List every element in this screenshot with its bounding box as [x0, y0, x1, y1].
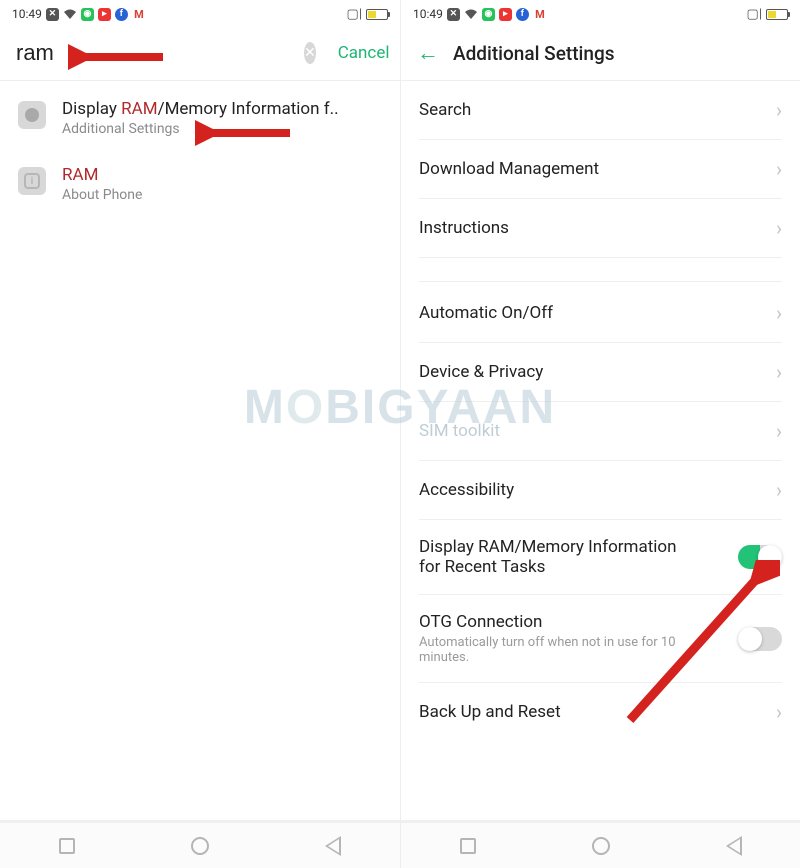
- setting-label: Accessibility: [419, 480, 514, 500]
- gmail-icon: M: [132, 7, 146, 21]
- status-time: 10:49: [413, 7, 443, 21]
- setting-download[interactable]: Download Management ›: [419, 140, 782, 199]
- setting-device-privacy[interactable]: Device & Privacy ›: [419, 343, 782, 402]
- chevron-right-icon: ›: [776, 419, 782, 443]
- cancel-button[interactable]: Cancel: [338, 43, 390, 63]
- setting-auto-onoff[interactable]: Automatic On/Off ›: [419, 284, 782, 343]
- vibrate-icon: ▢|: [347, 7, 362, 22]
- nav-home-icon[interactable]: [189, 835, 211, 857]
- youtube-icon: ▸: [98, 8, 111, 21]
- setting-sim-toolkit[interactable]: SIM toolkit ›: [419, 402, 782, 461]
- app-icon-1: ✕: [46, 8, 59, 21]
- search-header: ✕ Cancel: [0, 28, 400, 81]
- setting-label: Search: [419, 100, 471, 120]
- result-row[interactable]: i RAM About Phone: [0, 151, 400, 217]
- chevron-right-icon: ›: [776, 301, 782, 325]
- search-input[interactable]: [16, 40, 304, 66]
- setting-label: Automatic On/Off: [419, 303, 553, 323]
- page-title: Additional Settings: [453, 42, 615, 65]
- settings-pane: 10:49 ✕ ◉ ▸ f M ▢| ← Additional Settings…: [400, 0, 800, 868]
- nav-bar: [401, 820, 800, 868]
- setting-label: Download Management: [419, 159, 599, 179]
- search-pane: 10:49 ✕ ◉ ▸ f M ▢| ✕ Cancel: [0, 0, 400, 868]
- status-time: 10:49: [12, 7, 42, 21]
- gmail-icon: M: [533, 7, 547, 21]
- chevron-right-icon: ›: [776, 216, 782, 240]
- setting-display-ram[interactable]: Display RAM/Memory Information for Recen…: [419, 520, 782, 595]
- facebook-icon: f: [516, 8, 529, 21]
- result-subtitle: About Phone: [62, 187, 382, 203]
- setting-accessibility[interactable]: Accessibility ›: [419, 461, 782, 520]
- chevron-right-icon: ›: [776, 157, 782, 181]
- setting-sub: Automatically turn off when not in use f…: [419, 635, 709, 665]
- clear-icon[interactable]: ✕: [304, 42, 316, 64]
- result-title: RAM: [62, 165, 382, 185]
- setting-label: Display RAM/Memory Information for Recen…: [419, 537, 689, 577]
- setting-instructions[interactable]: Instructions ›: [419, 199, 782, 258]
- chevron-right-icon: ›: [776, 478, 782, 502]
- setting-backup[interactable]: Back Up and Reset ›: [419, 683, 782, 741]
- chevron-right-icon: ›: [776, 700, 782, 724]
- setting-label: OTG Connection: [419, 612, 709, 632]
- setting-otg[interactable]: OTG Connection Automatically turn off wh…: [419, 595, 782, 683]
- wifi-icon: [464, 7, 478, 21]
- setting-search[interactable]: Search ›: [419, 81, 782, 140]
- vibrate-icon: ▢|: [747, 7, 762, 22]
- chevron-right-icon: ›: [776, 98, 782, 122]
- toggle-display-ram[interactable]: [738, 545, 782, 569]
- nav-bar: [0, 820, 400, 868]
- nav-recent-icon[interactable]: [457, 835, 479, 857]
- nav-recent-icon[interactable]: [56, 835, 78, 857]
- toggle-otg[interactable]: [738, 627, 782, 651]
- battery-icon: [366, 9, 388, 20]
- setting-label: Device & Privacy: [419, 362, 543, 382]
- settings-list: Search › Download Management › Instructi…: [401, 81, 800, 741]
- result-icon: i: [18, 167, 46, 195]
- status-bar: 10:49 ✕ ◉ ▸ f M ▢|: [0, 0, 400, 28]
- result-icon: [18, 101, 46, 129]
- setting-label: SIM toolkit: [419, 421, 500, 441]
- facebook-icon: f: [115, 8, 128, 21]
- youtube-icon: ▸: [499, 8, 512, 21]
- back-icon[interactable]: ←: [417, 40, 439, 66]
- result-row[interactable]: Display RAM/Memory Information f.. Addit…: [0, 85, 400, 151]
- result-title: Display RAM/Memory Information f..: [62, 99, 382, 119]
- status-bar: 10:49 ✕ ◉ ▸ f M ▢|: [401, 0, 800, 28]
- search-results: Display RAM/Memory Information f.. Addit…: [0, 81, 400, 221]
- setting-label: Back Up and Reset: [419, 702, 561, 722]
- wifi-icon: [63, 7, 77, 21]
- page-header: ← Additional Settings: [401, 28, 800, 81]
- battery-icon: [766, 9, 788, 20]
- nav-back-icon[interactable]: [322, 835, 344, 857]
- result-subtitle: Additional Settings: [62, 121, 382, 137]
- app-icon-1: ✕: [447, 8, 460, 21]
- chevron-right-icon: ›: [776, 360, 782, 384]
- group-divider: [419, 258, 782, 282]
- app-icon-2: ◉: [482, 8, 495, 21]
- nav-back-icon[interactable]: [723, 835, 745, 857]
- setting-label: Instructions: [419, 218, 509, 238]
- app-icon-2: ◉: [81, 8, 94, 21]
- nav-home-icon[interactable]: [590, 835, 612, 857]
